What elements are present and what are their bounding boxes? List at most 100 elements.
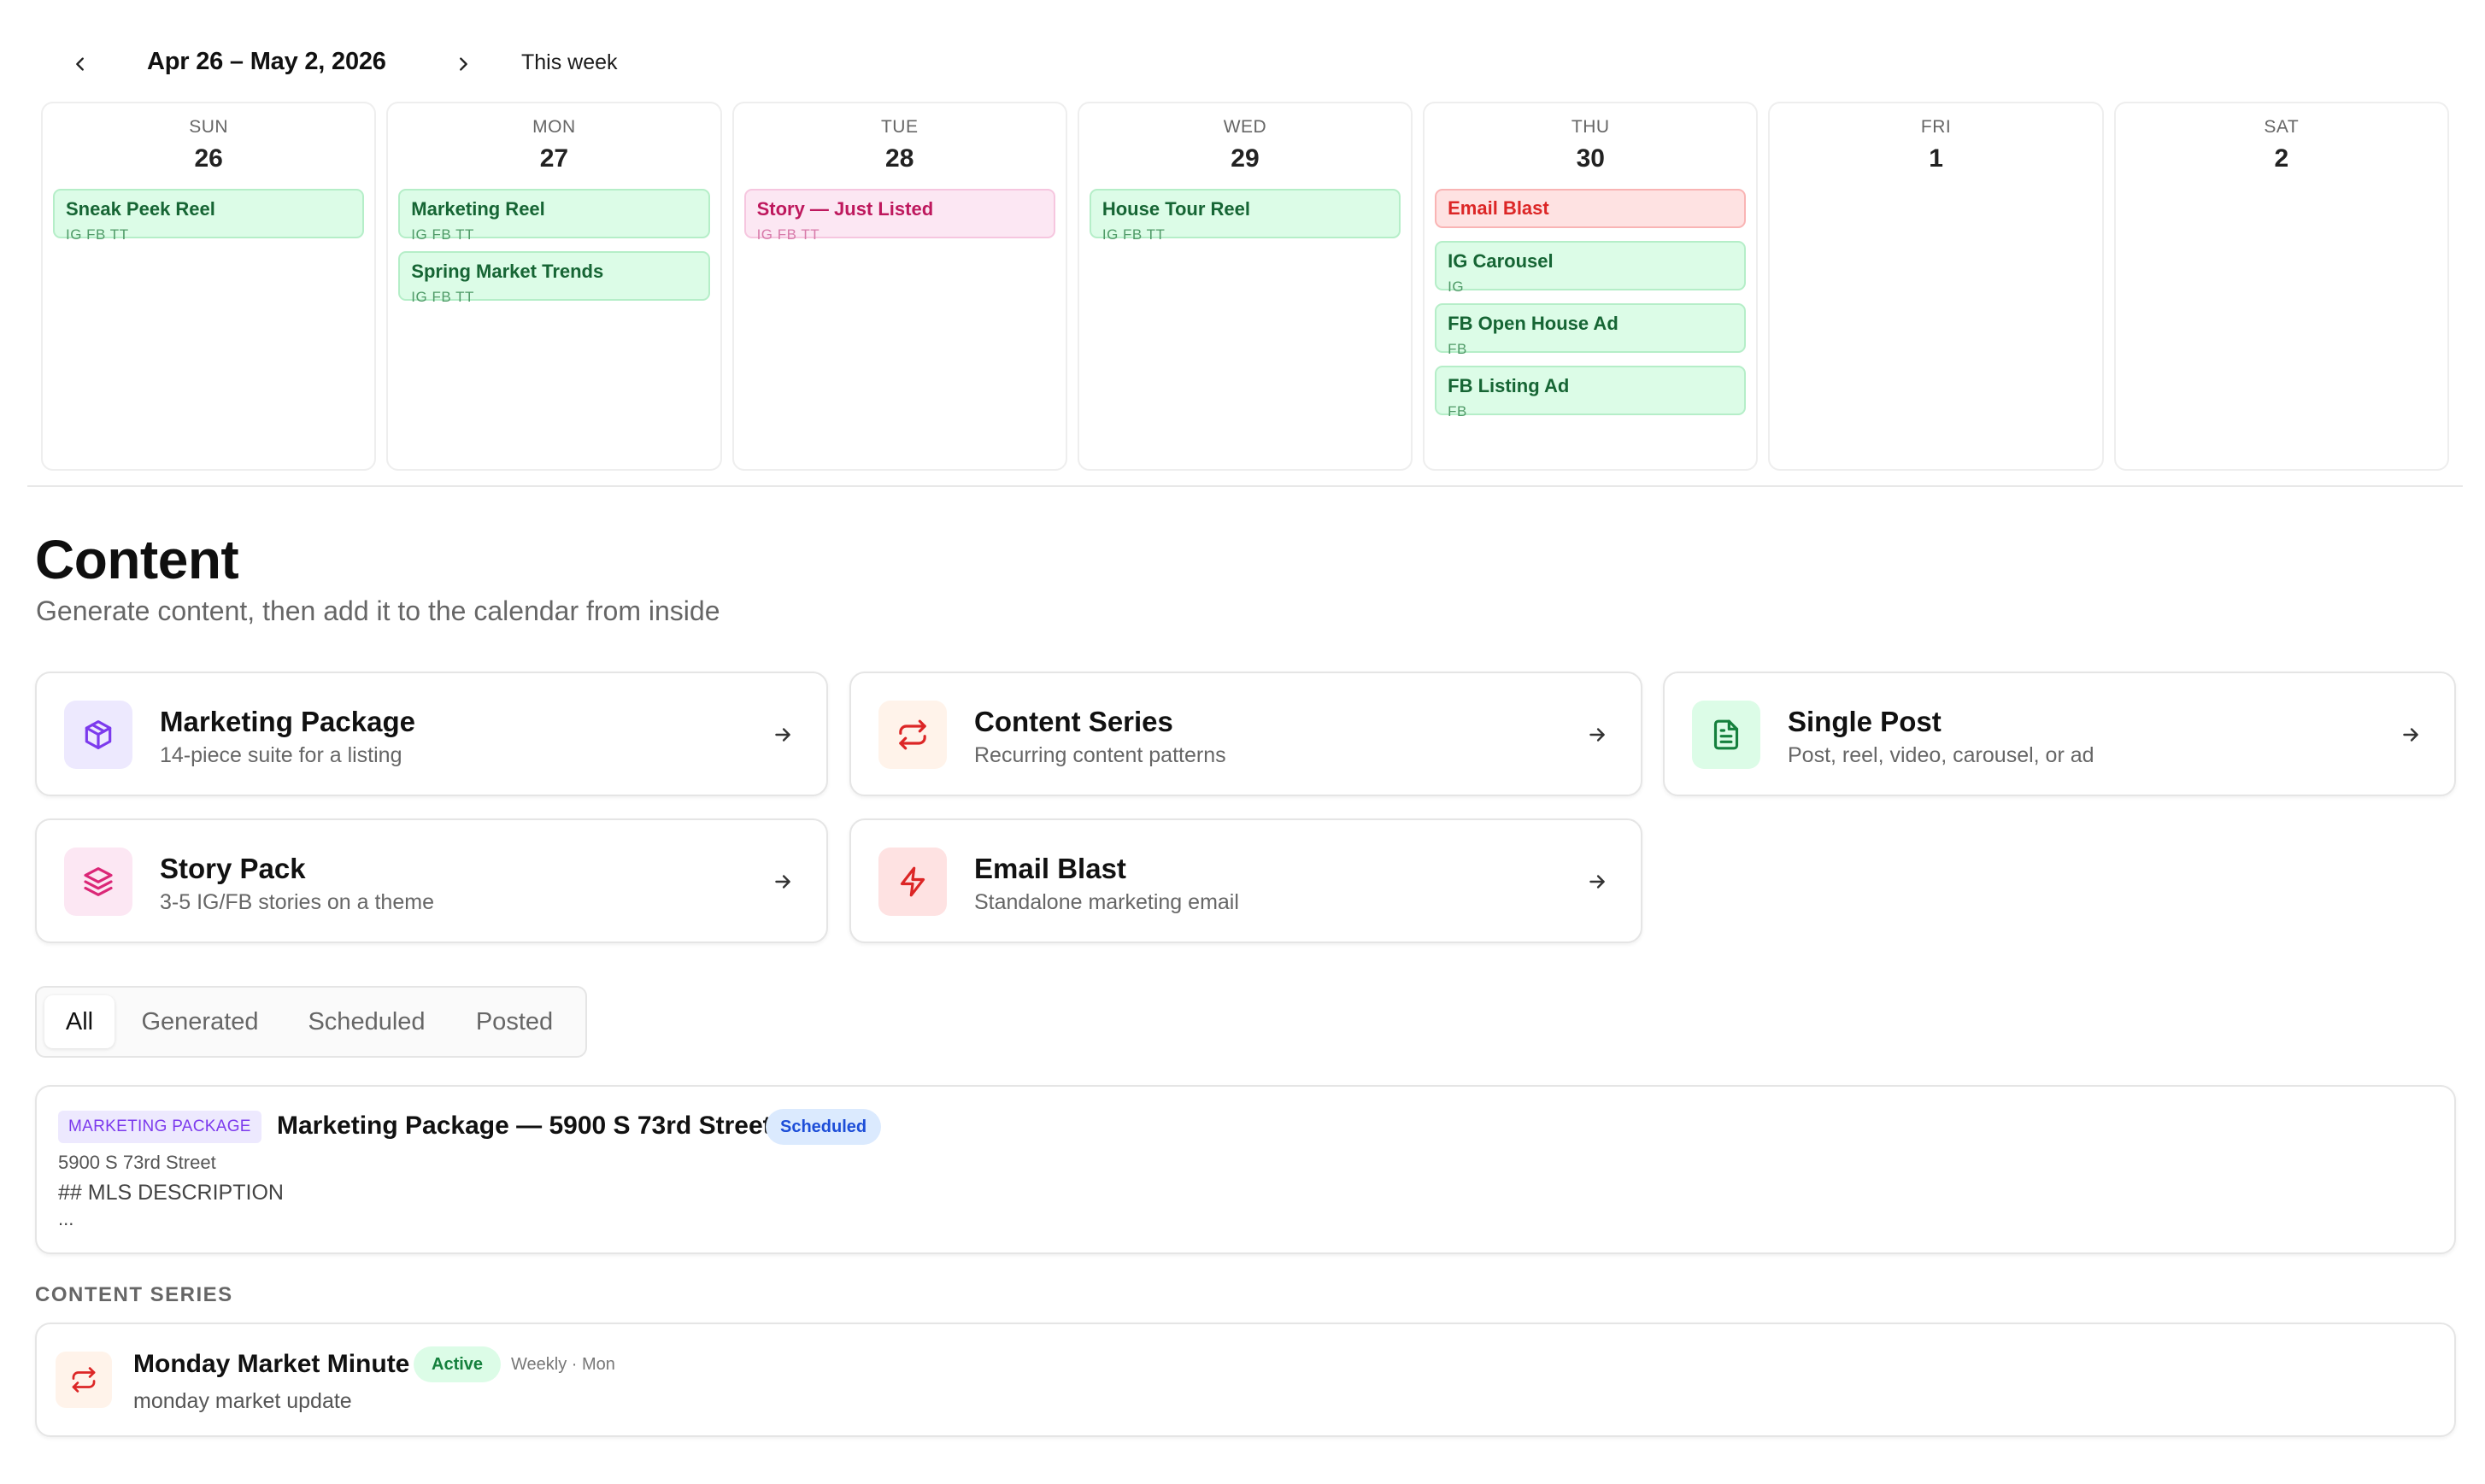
day-number: 2 — [2274, 144, 2289, 173]
content-item-ellipsis: ... — [58, 1208, 74, 1229]
status-badge: Scheduled — [766, 1109, 882, 1145]
day-number: 30 — [1576, 144, 1605, 173]
section-divider — [27, 485, 2463, 487]
content-type-tag: MARKETING PACKAGE — [58, 1111, 261, 1143]
this-week-button[interactable]: This week — [521, 50, 618, 75]
event-channels: IG FB TT — [66, 226, 129, 243]
repeat-icon — [56, 1352, 112, 1408]
event-channels: IG FB TT — [411, 289, 474, 305]
repeat-icon — [878, 701, 947, 769]
day-of-week: SAT — [2264, 117, 2300, 137]
day-column-fri[interactable]: FRI 1 — [1768, 102, 2104, 471]
calendar-event[interactable]: FB Open House Ad FB — [1435, 303, 1747, 357]
card-title: Story Pack — [160, 853, 306, 884]
event-title: FB Open House Ad — [1448, 313, 1618, 334]
day-of-week: WED — [1223, 117, 1267, 137]
event-channels: IG FB TT — [1102, 226, 1166, 243]
story-pack-card[interactable]: Story Pack 3-5 IG/FB stories on a theme — [35, 818, 828, 943]
card-title: Content Series — [974, 706, 1173, 737]
day-of-week: FRI — [1920, 117, 1952, 137]
calendar-event[interactable]: Sneak Peek Reel IG FB TT — [53, 189, 365, 243]
event-channels: IG — [1448, 279, 1465, 295]
event-title: FB Listing Ad — [1448, 375, 1570, 396]
email-blast-card[interactable]: Email Blast Standalone marketing email — [849, 818, 1642, 943]
chevron-left-icon — [76, 57, 84, 71]
card-title: Marketing Package — [160, 706, 415, 737]
event-title: Spring Market Trends — [411, 261, 604, 282]
calendar-event[interactable]: Email Blast — [1435, 189, 1747, 228]
page-title: Content — [35, 529, 239, 590]
document-icon — [1692, 701, 1760, 769]
next-week-button[interactable] — [438, 38, 489, 90]
content-item-card[interactable]: MARKETING PACKAGE Marketing Package — 59… — [35, 1085, 2456, 1254]
layers-icon — [64, 848, 132, 916]
day-column-thu[interactable]: THU 30 Email Blast IG Carousel IG FB Ope… — [1423, 102, 1759, 471]
arrow-right-icon — [768, 867, 797, 896]
event-channels: FB — [1448, 341, 1467, 357]
series-schedule: Weekly · Mon — [511, 1355, 615, 1374]
day-column-mon[interactable]: MON 27 Marketing Reel IG FB TT Spring Ma… — [386, 102, 722, 471]
content-item-title: Marketing Package — 5900 S 73rd Street — [277, 1112, 772, 1140]
day-column-wed[interactable]: WED 29 House Tour Reel IG FB TT — [1077, 102, 1413, 471]
calendar-event[interactable]: IG Carousel IG — [1435, 241, 1747, 295]
event-channels: IG FB TT — [756, 226, 820, 243]
event-title: Story — Just Listed — [756, 198, 934, 220]
card-title: Single Post — [1788, 706, 1942, 737]
card-description: Standalone marketing email — [974, 890, 1239, 914]
event-title: Sneak Peek Reel — [66, 198, 215, 220]
content-filter-tabs: All Generated Scheduled Posted — [35, 986, 587, 1058]
card-description: 14-piece suite for a listing — [160, 743, 402, 767]
day-of-week: THU — [1571, 117, 1610, 137]
day-number: 28 — [885, 144, 914, 173]
series-title: Monday Market Minute — [133, 1350, 410, 1378]
arrow-right-icon — [1583, 720, 1612, 749]
tab-generated[interactable]: Generated — [129, 995, 271, 1048]
calendar-event[interactable]: House Tour Reel IG FB TT — [1089, 189, 1401, 243]
event-title: IG Carousel — [1448, 250, 1554, 272]
day-number: 27 — [539, 144, 569, 173]
content-item-preview: ## MLS DESCRIPTION — [58, 1181, 284, 1205]
day-column-tue[interactable]: TUE 28 Story — Just Listed IG FB TT — [731, 102, 1067, 471]
week-calendar: SUN 26 Sneak Peek Reel IG FB TT MON 27 M… — [41, 102, 2449, 471]
day-number: 1 — [1929, 144, 1943, 173]
card-description: Recurring content patterns — [974, 743, 1226, 767]
day-of-week: SUN — [189, 117, 229, 137]
series-item-card[interactable]: Monday Market Minute Active Weekly · Mon… — [35, 1323, 2456, 1437]
day-number: 29 — [1231, 144, 1260, 173]
calendar-event[interactable]: FB Listing Ad FB — [1435, 366, 1747, 419]
status-badge: Active — [414, 1346, 502, 1382]
content-series-heading: CONTENT SERIES — [35, 1283, 233, 1306]
tab-posted[interactable]: Posted — [459, 995, 570, 1048]
content-series-card[interactable]: Content Series Recurring content pattern… — [849, 672, 1642, 796]
zap-icon — [878, 848, 947, 916]
event-channels: FB — [1448, 403, 1467, 419]
single-post-card[interactable]: Single Post Post, reel, video, carousel,… — [1663, 672, 2456, 796]
content-item-address: 5900 S 73rd Street — [58, 1152, 216, 1173]
calendar-event[interactable]: Spring Market Trends IG FB TT — [398, 251, 710, 305]
arrow-right-icon — [768, 720, 797, 749]
tab-scheduled[interactable]: Scheduled — [293, 995, 440, 1048]
card-description: 3-5 IG/FB stories on a theme — [160, 890, 434, 914]
chevron-right-icon — [460, 57, 467, 71]
week-range-label: Apr 26 – May 2, 2026 — [147, 48, 386, 75]
day-column-sun[interactable]: SUN 26 Sneak Peek Reel IG FB TT — [41, 102, 377, 471]
calendar-event[interactable]: Marketing Reel IG FB TT — [398, 189, 710, 243]
page-subtitle: Generate content, then add it to the cal… — [36, 595, 720, 626]
package-icon — [64, 701, 132, 769]
event-channels: IG FB TT — [411, 226, 474, 243]
marketing-package-card[interactable]: Marketing Package 14-piece suite for a l… — [35, 672, 828, 796]
day-number: 26 — [194, 144, 223, 173]
arrow-right-icon — [2396, 720, 2425, 749]
series-description: monday market update — [133, 1389, 352, 1413]
day-column-sat[interactable]: SAT 2 — [2113, 102, 2449, 471]
event-title: Email Blast — [1448, 197, 1549, 219]
event-title: Marketing Reel — [411, 198, 545, 220]
event-title: House Tour Reel — [1102, 198, 1251, 220]
card-description: Post, reel, video, carousel, or ad — [1788, 743, 2094, 767]
tab-all[interactable]: All — [44, 995, 115, 1048]
previous-week-button[interactable] — [55, 38, 106, 90]
calendar-event[interactable]: Story — Just Listed IG FB TT — [743, 189, 1055, 243]
arrow-right-icon — [1583, 867, 1612, 896]
card-title: Email Blast — [974, 853, 1126, 884]
day-of-week: MON — [532, 117, 576, 137]
